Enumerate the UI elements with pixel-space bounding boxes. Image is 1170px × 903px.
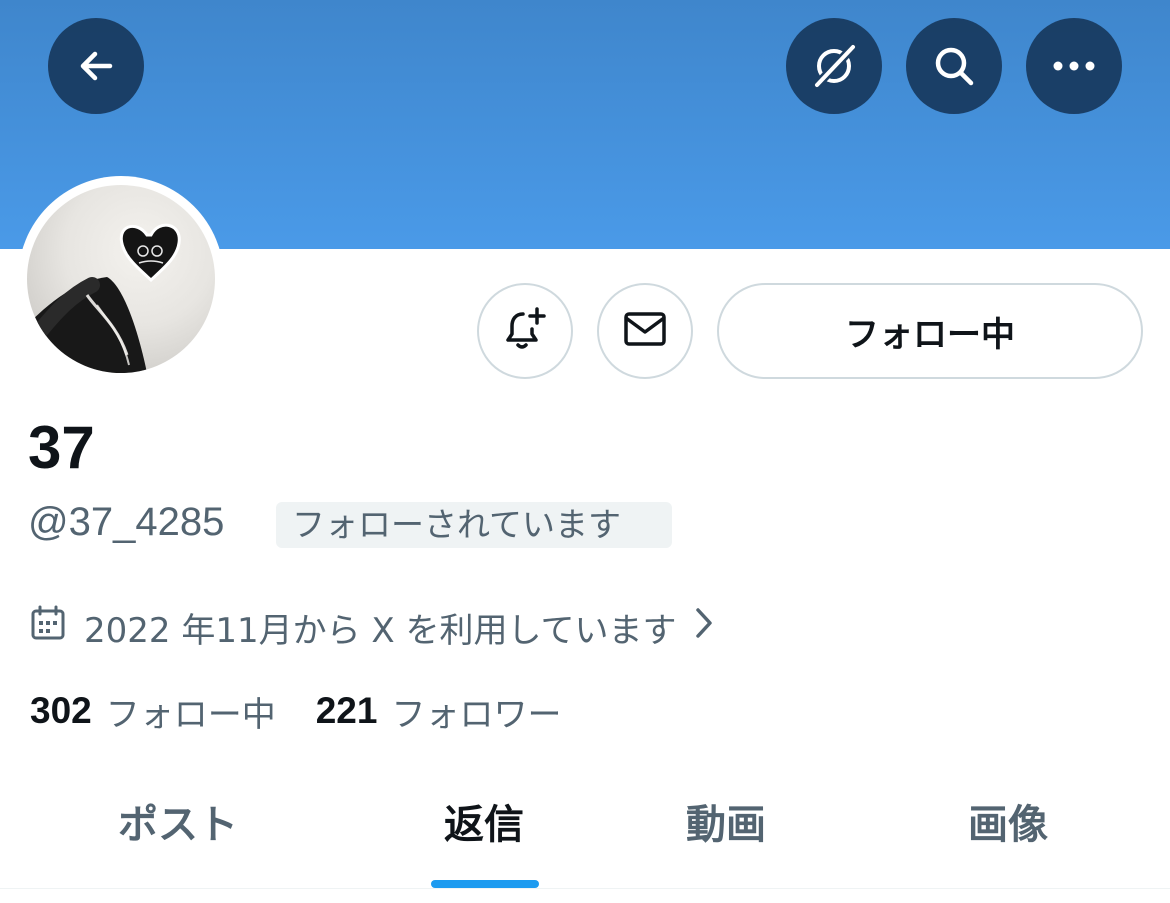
display-name: 37: [28, 414, 95, 481]
user-handle: @37_4285: [28, 500, 225, 544]
follow-stats: 302 フォロー中 221 フォロワー: [30, 686, 561, 736]
tab-videos[interactable]: 動画: [686, 796, 766, 854]
join-date-row[interactable]: 2022 年11月から X を利用しています: [30, 600, 715, 654]
more-button[interactable]: [1026, 18, 1122, 114]
following-label: フォロー中: [105, 694, 276, 735]
following-button[interactable]: フォロー中: [717, 283, 1143, 379]
join-date-text: 2022 年11月から X を利用しています: [84, 610, 677, 651]
back-button[interactable]: [48, 18, 144, 114]
tabs-divider: [0, 888, 1170, 889]
tab-posts[interactable]: ポスト: [118, 796, 238, 854]
following-link[interactable]: 302 フォロー中: [30, 687, 276, 736]
followers-label: フォロワー: [391, 694, 562, 735]
following-count: 302: [30, 690, 92, 731]
bell-plus-icon: [501, 305, 549, 357]
message-button[interactable]: [597, 283, 693, 379]
arrow-left-icon: [74, 44, 118, 88]
tab-replies[interactable]: 返信: [444, 796, 524, 854]
avatar[interactable]: [27, 185, 215, 373]
calendar-icon: [30, 605, 66, 650]
active-tab-indicator: [431, 880, 539, 888]
followers-count: 221: [315, 690, 378, 731]
tab-images[interactable]: 画像: [968, 796, 1048, 854]
notify-button[interactable]: [477, 283, 573, 379]
grok-button[interactable]: [786, 18, 882, 114]
chevron-right-icon: [693, 606, 715, 649]
followers-link[interactable]: 221 フォロワー: [316, 687, 562, 736]
search-icon: [930, 42, 978, 90]
search-button[interactable]: [906, 18, 1002, 114]
grok-icon: [809, 41, 859, 91]
follows-you-badge: フォローされています: [276, 502, 672, 548]
envelope-icon: [621, 305, 669, 357]
more-horizontal-icon: [1050, 58, 1098, 74]
